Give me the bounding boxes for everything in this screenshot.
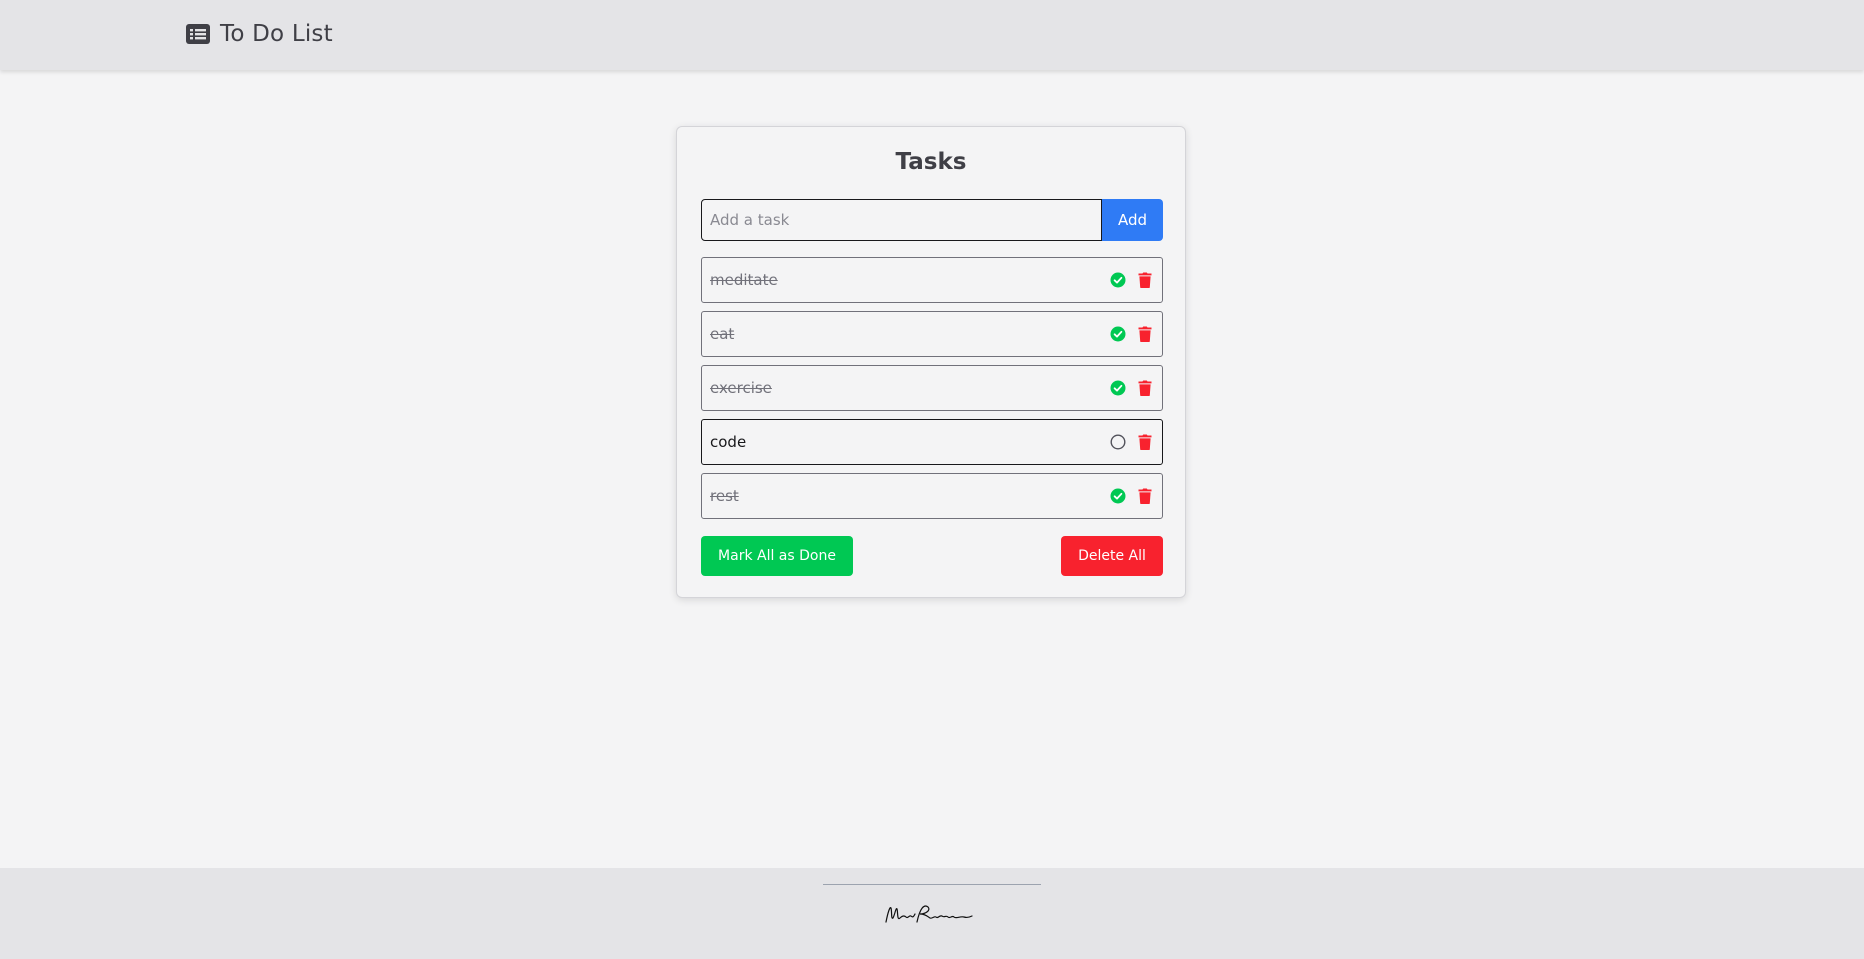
trash-icon[interactable]: [1138, 326, 1152, 342]
bulk-actions: Mark All as Done Delete All: [701, 536, 1163, 576]
trash-icon[interactable]: [1138, 380, 1152, 396]
mark-all-done-button[interactable]: Mark All as Done: [701, 536, 853, 576]
check-circle-icon[interactable]: [1110, 272, 1126, 288]
task-item[interactable]: exercise: [701, 365, 1163, 411]
task-item[interactable]: eat: [701, 311, 1163, 357]
task-actions: [1110, 326, 1152, 342]
trash-icon[interactable]: [1138, 434, 1152, 450]
list-card-icon: [186, 24, 210, 44]
task-actions: [1110, 272, 1152, 288]
task-list: meditate eat exercise code rest: [701, 257, 1163, 527]
task-actions: [1110, 488, 1152, 504]
task-item[interactable]: meditate: [701, 257, 1163, 303]
task-text: meditate: [710, 271, 778, 289]
empty-circle-icon[interactable]: [1110, 434, 1126, 450]
trash-icon[interactable]: [1138, 488, 1152, 504]
add-task-row: Add: [701, 199, 1163, 241]
add-task-input[interactable]: [701, 199, 1103, 241]
card-title: Tasks: [895, 149, 967, 175]
task-text: rest: [710, 487, 739, 505]
task-actions: [1110, 434, 1152, 450]
navbar: To Do List: [0, 0, 1864, 70]
check-circle-icon[interactable]: [1110, 488, 1126, 504]
footer-divider: [823, 884, 1041, 885]
task-text: code: [710, 433, 747, 451]
task-text: exercise: [710, 379, 772, 397]
footer: [0, 868, 1864, 959]
app-title: To Do List: [220, 21, 333, 47]
task-item[interactable]: code: [701, 419, 1163, 465]
add-button[interactable]: Add: [1102, 199, 1163, 241]
delete-all-button[interactable]: Delete All: [1061, 536, 1163, 576]
task-item[interactable]: rest: [701, 473, 1163, 519]
task-actions: [1110, 380, 1152, 396]
check-circle-icon[interactable]: [1110, 326, 1126, 342]
brand[interactable]: To Do List: [186, 17, 333, 51]
task-text: eat: [710, 325, 735, 343]
check-circle-icon[interactable]: [1110, 380, 1126, 396]
tasks-card: Tasks Add meditate eat exercise code rest Ma…: [676, 126, 1186, 598]
trash-icon[interactable]: [1138, 272, 1152, 288]
